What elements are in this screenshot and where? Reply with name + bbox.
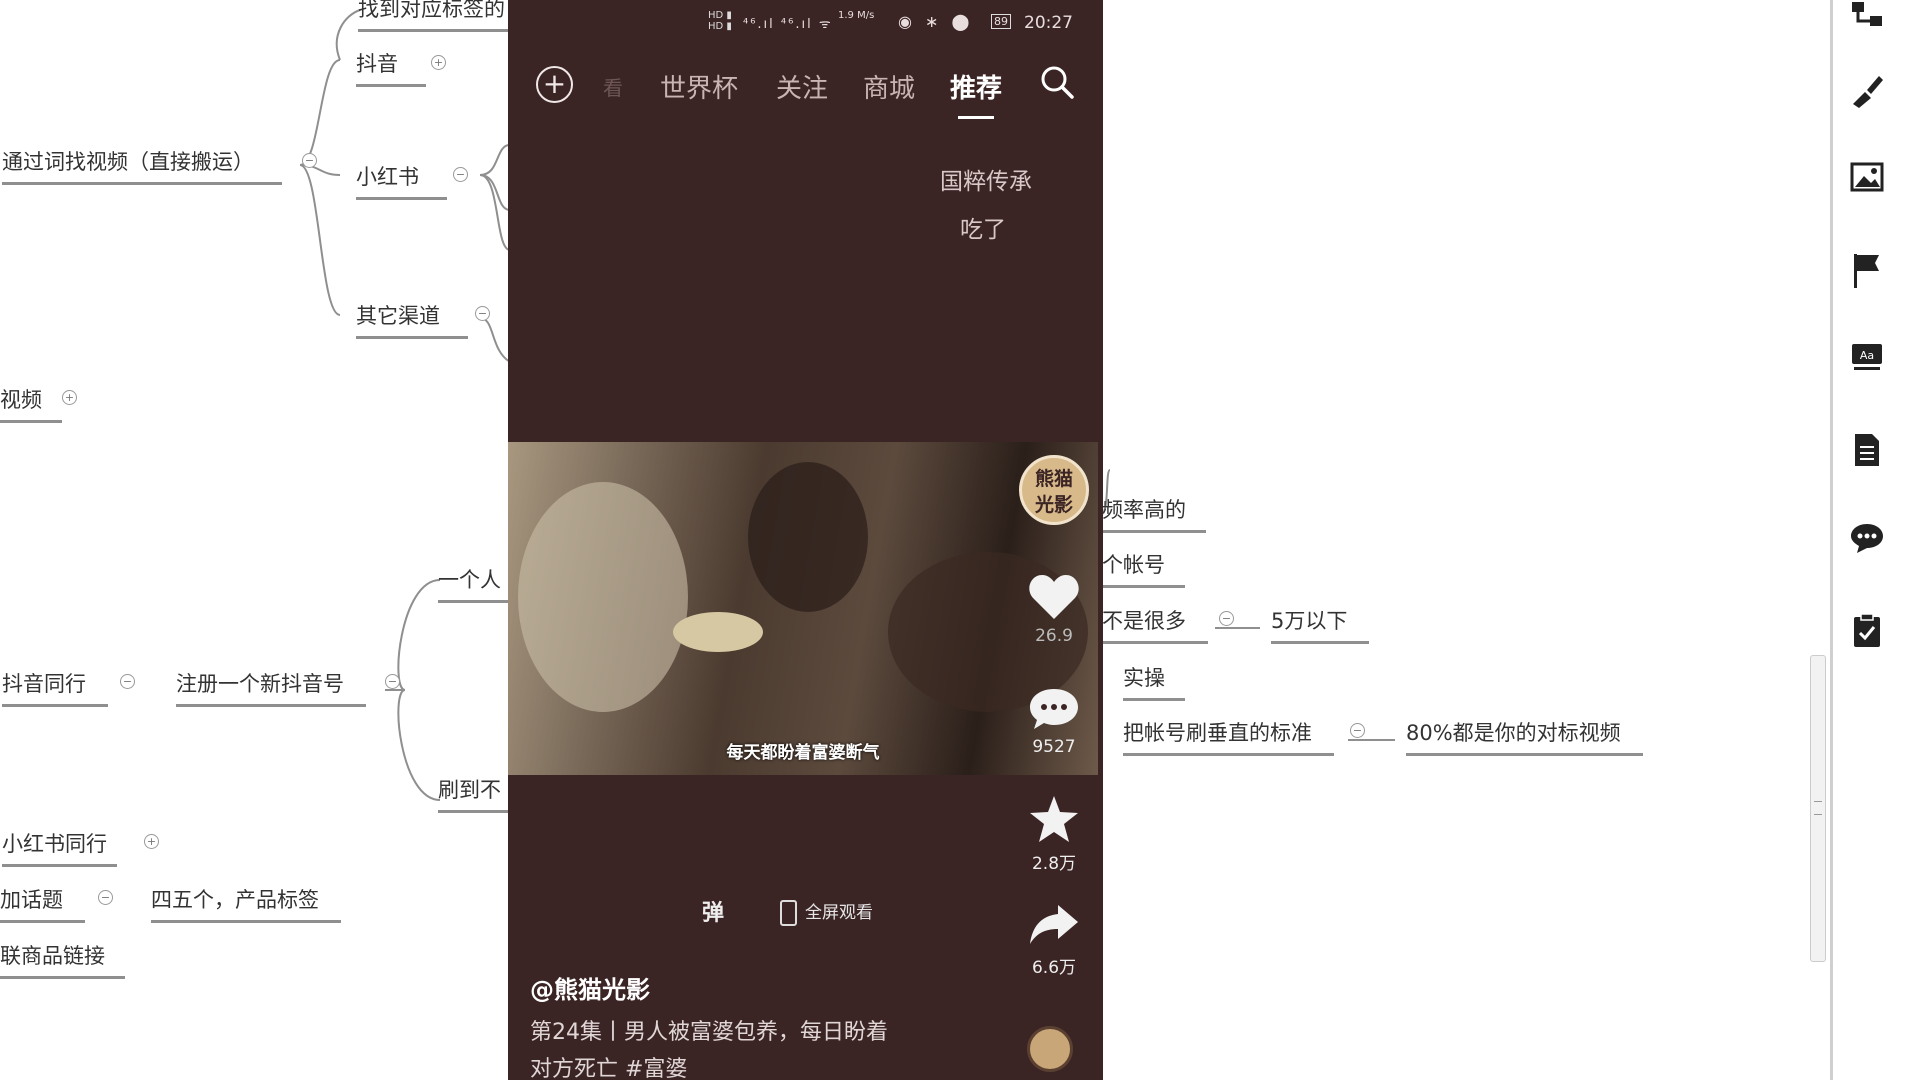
- status-bar: HD ▮ HD ▮ ⁴⁶.ıl ⁴⁶.ıl ᯤ 1.9 M/s ◉ ∗ ⬤ 89 …: [508, 10, 1103, 36]
- collapse-toggle-icon[interactable]: −: [1350, 723, 1365, 738]
- vertical-scrollbar[interactable]: [1810, 655, 1826, 962]
- node-eighty-percent[interactable]: 80%都是你的对标视频: [1406, 719, 1643, 756]
- collapse-toggle-icon[interactable]: −: [453, 167, 468, 182]
- tab-mall[interactable]: 商城: [863, 68, 915, 105]
- tab-recommend[interactable]: 推荐: [950, 68, 1002, 119]
- comment-icon[interactable]: [1847, 522, 1887, 562]
- video-caption: 每天都盼着富婆断气: [726, 743, 880, 763]
- node-not-many[interactable]: 不是很多: [1102, 607, 1208, 644]
- author-name[interactable]: @熊猫光影: [530, 970, 650, 1005]
- structure-icon[interactable]: [1847, 0, 1887, 40]
- image-icon[interactable]: [1847, 162, 1887, 202]
- collapse-toggle-icon[interactable]: −: [1219, 611, 1234, 626]
- signal-icon: ⁴⁶.ıl ⁴⁶.ıl ᯤ: [743, 17, 833, 32]
- text-style-icon[interactable]: Aa: [1847, 342, 1887, 382]
- tab-following[interactable]: 关注: [776, 68, 828, 105]
- note-icon[interactable]: [1847, 432, 1887, 472]
- node-vertical-standard[interactable]: 把帐号刷垂直的标准: [1123, 719, 1334, 756]
- node-search-repost[interactable]: 通过词找视频（直接搬运）: [2, 148, 282, 185]
- top-nav: + 看 世界杯 关注 商城 推荐: [508, 62, 1103, 119]
- node-link-goods[interactable]: 联商品链接: [0, 942, 125, 979]
- svg-text:Aa: Aa: [1860, 349, 1874, 362]
- node-douyin[interactable]: 抖音: [356, 50, 426, 87]
- eye-bluetooth-location-icon: ◉ ∗ ⬤: [898, 12, 974, 31]
- share-icon: [1030, 905, 1078, 944]
- node-under-50k[interactable]: 5万以下: [1271, 607, 1370, 644]
- danmu-toggle[interactable]: 弹: [702, 895, 724, 927]
- status-time: 20:27: [1024, 13, 1073, 33]
- node-xiaohongshu[interactable]: 小红书: [356, 163, 447, 200]
- node-top-cut[interactable]: 找到对应标签的: [358, 0, 513, 32]
- flag-icon[interactable]: [1847, 252, 1887, 292]
- collapse-toggle-icon[interactable]: −: [302, 153, 317, 168]
- comment-icon: [1030, 689, 1078, 729]
- music-disc-icon[interactable]: [1027, 1026, 1073, 1072]
- expand-toggle-icon[interactable]: +: [431, 55, 446, 70]
- collapse-toggle-icon[interactable]: −: [475, 306, 490, 321]
- node-other-channels[interactable]: 其它渠道: [356, 302, 468, 339]
- node-one-account[interactable]: 个帐号: [1102, 551, 1185, 588]
- expand-toggle-icon[interactable]: +: [62, 390, 77, 405]
- node-high-freq[interactable]: 频率高的: [1102, 496, 1206, 533]
- brush-icon[interactable]: [1847, 72, 1887, 112]
- collapse-toggle-icon[interactable]: −: [120, 674, 135, 689]
- like-count: 26.9: [1035, 626, 1073, 646]
- comment-button[interactable]: 9527: [1019, 686, 1089, 757]
- node-practice[interactable]: 实操: [1123, 664, 1185, 701]
- author-avatar[interactable]: 熊猫 光影: [1019, 455, 1089, 525]
- overlay-line-1: 国粹传承: [940, 169, 1032, 195]
- battery-icon: 89: [991, 14, 1011, 29]
- sim-signal-icon: HD ▮ HD ▮: [708, 10, 732, 32]
- heart-icon: [1029, 575, 1079, 619]
- like-button[interactable]: 26.9: [1019, 573, 1089, 646]
- node-douyin-peers[interactable]: 抖音同行: [2, 670, 108, 707]
- collapse-toggle-icon[interactable]: −: [98, 890, 113, 905]
- phone-screen[interactable]: HD ▮ HD ▮ ⁴⁶.ıl ⁴⁶.ıl ᯤ 1.9 M/s ◉ ∗ ⬤ 89 …: [508, 0, 1103, 1080]
- node-add-topic[interactable]: 加话题: [0, 886, 85, 923]
- overlay-line-2: 吃了: [960, 217, 1006, 243]
- favorite-count: 2.8万: [1031, 854, 1077, 874]
- share-button[interactable]: 6.6万: [1019, 902, 1089, 978]
- node-video[interactable]: 视频: [0, 386, 62, 423]
- right-toolbar: Aa: [1830, 0, 1910, 1080]
- net-speed: 1.9 M/s: [838, 10, 875, 21]
- cut-tab-icon: 看: [603, 76, 623, 100]
- rotate-phone-icon: [780, 900, 797, 926]
- node-register-new[interactable]: 注册一个新抖音号: [176, 670, 366, 707]
- add-icon[interactable]: +: [536, 66, 573, 103]
- tab-world-cup[interactable]: 世界杯: [660, 68, 738, 105]
- favorite-button[interactable]: 2.8万: [1019, 794, 1089, 874]
- share-count: 6.6万: [1031, 958, 1077, 978]
- scroll-grip[interactable]: [1814, 801, 1822, 815]
- collapse-toggle-icon[interactable]: −: [385, 674, 400, 689]
- star-icon: [1030, 796, 1078, 842]
- node-four-five[interactable]: 四五个，产品标签: [151, 886, 341, 923]
- node-brush-to[interactable]: 刷到不: [438, 776, 509, 813]
- node-one-person[interactable]: 一个人: [438, 566, 509, 603]
- node-xhs-peers[interactable]: 小红书同行: [2, 830, 117, 867]
- search-icon[interactable]: [1039, 64, 1075, 100]
- video-description: 第24集丨男人被富婆包养，每日盼着 对方死亡 #富婆: [530, 1020, 888, 1080]
- video-frame[interactable]: 每天都盼着富婆断气: [508, 442, 1098, 775]
- expand-toggle-icon[interactable]: +: [144, 834, 159, 849]
- comment-count: 9527: [1032, 737, 1076, 757]
- fullscreen-button[interactable]: 全屏观看: [780, 898, 873, 926]
- task-icon[interactable]: [1847, 612, 1887, 652]
